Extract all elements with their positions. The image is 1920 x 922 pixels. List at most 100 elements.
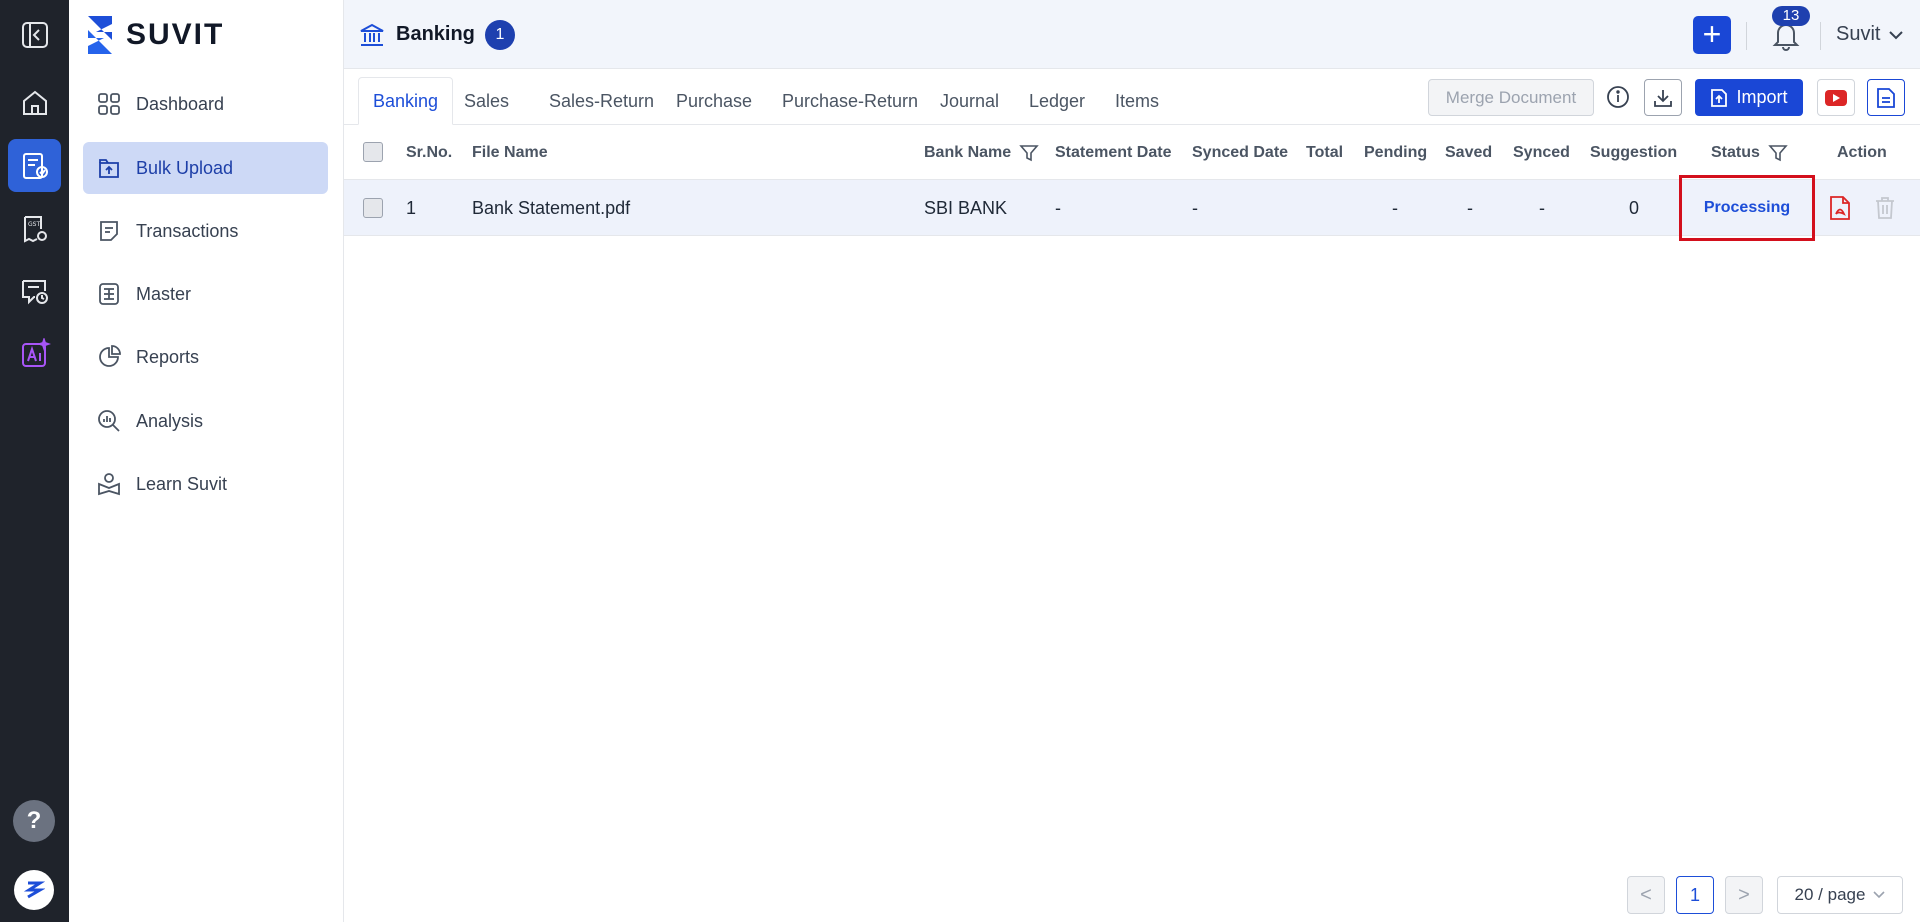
bank-icon bbox=[360, 23, 384, 46]
dashboard-icon bbox=[98, 93, 120, 115]
sidebar-item-label: Transactions bbox=[136, 220, 239, 241]
top-header: Banking 1 + 13 Suvit bbox=[344, 0, 1920, 69]
youtube-button[interactable] bbox=[1817, 79, 1855, 116]
sidebar-item-master[interactable]: Master bbox=[83, 268, 328, 320]
select-all-checkbox[interactable] bbox=[363, 142, 383, 162]
suvit-logo-icon bbox=[88, 16, 112, 54]
sidebar-item-analysis[interactable]: Analysis bbox=[83, 395, 328, 447]
notification-badge: 13 bbox=[1772, 6, 1810, 26]
user-name: Suvit bbox=[1836, 23, 1881, 45]
import-label: Import bbox=[1736, 87, 1788, 107]
import-button[interactable]: Import bbox=[1695, 79, 1803, 116]
youtube-icon bbox=[1825, 89, 1847, 106]
chevron-down-icon bbox=[1873, 891, 1886, 899]
tab-purchase[interactable]: Purchase bbox=[662, 77, 766, 125]
filter-icon[interactable] bbox=[1019, 143, 1039, 163]
ai-icon[interactable] bbox=[8, 327, 61, 380]
svg-text:GST: GST bbox=[28, 221, 40, 228]
col-status-label: Status bbox=[1711, 143, 1760, 161]
divider bbox=[1820, 22, 1821, 50]
home-icon[interactable] bbox=[8, 76, 61, 129]
sidebar-item-label: Learn Suvit bbox=[136, 473, 228, 494]
sidebar-item-label: Bulk Upload bbox=[136, 157, 234, 178]
count-badge: 1 bbox=[484, 19, 515, 50]
sidebar-item-label: Reports bbox=[136, 346, 200, 367]
filter-icon[interactable] bbox=[1768, 143, 1788, 163]
chat-clock-icon[interactable] bbox=[8, 264, 61, 317]
tab-journal[interactable]: Journal bbox=[926, 77, 1013, 125]
avatar[interactable] bbox=[14, 870, 54, 910]
chevron-down-icon bbox=[1889, 30, 1904, 39]
icon-rail: GST ? bbox=[0, 0, 69, 922]
row-checkbox[interactable] bbox=[363, 198, 383, 218]
cell-pending: - bbox=[1392, 197, 1398, 218]
sidebar-item-transactions[interactable]: Transactions bbox=[83, 205, 328, 257]
merge-document-button[interactable]: Merge Document bbox=[1428, 79, 1594, 116]
gst-icon[interactable]: GST bbox=[8, 202, 61, 255]
next-page-button[interactable]: > bbox=[1725, 876, 1763, 914]
tab-purchase-return[interactable]: Purchase-Return bbox=[768, 77, 932, 125]
cell-saved: - bbox=[1467, 197, 1473, 218]
master-icon bbox=[99, 283, 119, 305]
cell-synced-date: - bbox=[1192, 197, 1198, 218]
document-guide-button[interactable] bbox=[1867, 79, 1905, 116]
help-icon[interactable]: ? bbox=[13, 800, 55, 842]
sidebar-item-label: Analysis bbox=[136, 410, 204, 431]
logo-text: SUVIT bbox=[126, 18, 225, 51]
col-action: Action bbox=[1837, 143, 1887, 161]
sidebar-item-label: Master bbox=[136, 283, 192, 304]
tab-sales[interactable]: Sales bbox=[450, 77, 523, 125]
logo[interactable]: SUVIT bbox=[82, 14, 224, 56]
status-processing-link[interactable]: Processing bbox=[1679, 180, 1815, 236]
cell-statement-date: - bbox=[1055, 197, 1061, 218]
user-menu[interactable]: Suvit bbox=[1836, 0, 1904, 69]
sidebar: SUVIT Dashboard Bulk Upload Transactions… bbox=[69, 0, 344, 922]
download-button[interactable] bbox=[1644, 79, 1682, 116]
tab-ledger[interactable]: Ledger bbox=[1015, 77, 1099, 125]
page-title: Banking bbox=[396, 23, 475, 45]
sidebar-item-learn-suvit[interactable]: Learn Suvit bbox=[83, 458, 328, 510]
col-pending: Pending bbox=[1364, 143, 1428, 161]
table-row[interactable]: 1 Bank Statement.pdf SBI BANK - - - - - … bbox=[344, 175, 1920, 241]
col-saved: Saved bbox=[1445, 143, 1493, 161]
sidebar-item-label: Dashboard bbox=[136, 93, 225, 114]
bulk-upload-rail-icon[interactable] bbox=[8, 139, 61, 192]
sidebar-item-dashboard[interactable]: Dashboard bbox=[83, 78, 328, 130]
table-header: Sr.No. File Name Bank Name Statement Dat… bbox=[344, 125, 1920, 180]
col-total: Total bbox=[1306, 143, 1344, 161]
tab-banking[interactable]: Banking bbox=[358, 77, 454, 125]
col-bank-name: Bank Name bbox=[924, 125, 1039, 180]
add-button[interactable]: + bbox=[1693, 16, 1731, 54]
info-icon[interactable] bbox=[1606, 85, 1630, 109]
sidebar-item-reports[interactable]: Reports bbox=[83, 331, 328, 383]
cell-bank-name: SBI BANK bbox=[924, 197, 1008, 218]
col-synced: Synced bbox=[1513, 143, 1570, 161]
cell-file-name[interactable]: Bank Statement.pdf bbox=[472, 180, 630, 236]
col-bank-name-label: Bank Name bbox=[924, 143, 1012, 161]
prev-page-button[interactable]: < bbox=[1627, 876, 1665, 914]
page-size-value: 20 / page bbox=[1794, 885, 1866, 904]
cell-synced: - bbox=[1539, 197, 1545, 218]
pdf-file-icon[interactable] bbox=[1828, 195, 1852, 221]
col-statement-date: Statement Date bbox=[1055, 143, 1172, 161]
analysis-icon bbox=[98, 410, 120, 432]
sidebar-item-bulk-upload[interactable]: Bulk Upload bbox=[83, 142, 328, 194]
tabs-bar: Banking Sales Sales-Return Purchase Purc… bbox=[344, 69, 1920, 125]
col-status: Status bbox=[1711, 125, 1788, 180]
cell-suggestion: 0 bbox=[1629, 197, 1640, 218]
cell-srno: 1 bbox=[406, 197, 417, 218]
tab-items[interactable]: Items bbox=[1101, 77, 1173, 125]
transactions-icon bbox=[100, 221, 118, 241]
learn-icon bbox=[98, 473, 120, 496]
collapse-icon[interactable] bbox=[8, 8, 61, 61]
document-icon bbox=[1877, 87, 1895, 108]
page-size-select[interactable]: 20 / page bbox=[1777, 876, 1903, 914]
divider bbox=[1746, 22, 1747, 50]
page-1-button[interactable]: 1 bbox=[1676, 876, 1714, 914]
trash-icon[interactable] bbox=[1874, 195, 1896, 221]
upload-icon bbox=[99, 159, 119, 178]
upload-file-icon bbox=[1711, 88, 1728, 107]
col-file-name: File Name bbox=[472, 143, 548, 161]
tab-sales-return[interactable]: Sales-Return bbox=[535, 77, 668, 125]
reports-icon bbox=[99, 345, 121, 367]
